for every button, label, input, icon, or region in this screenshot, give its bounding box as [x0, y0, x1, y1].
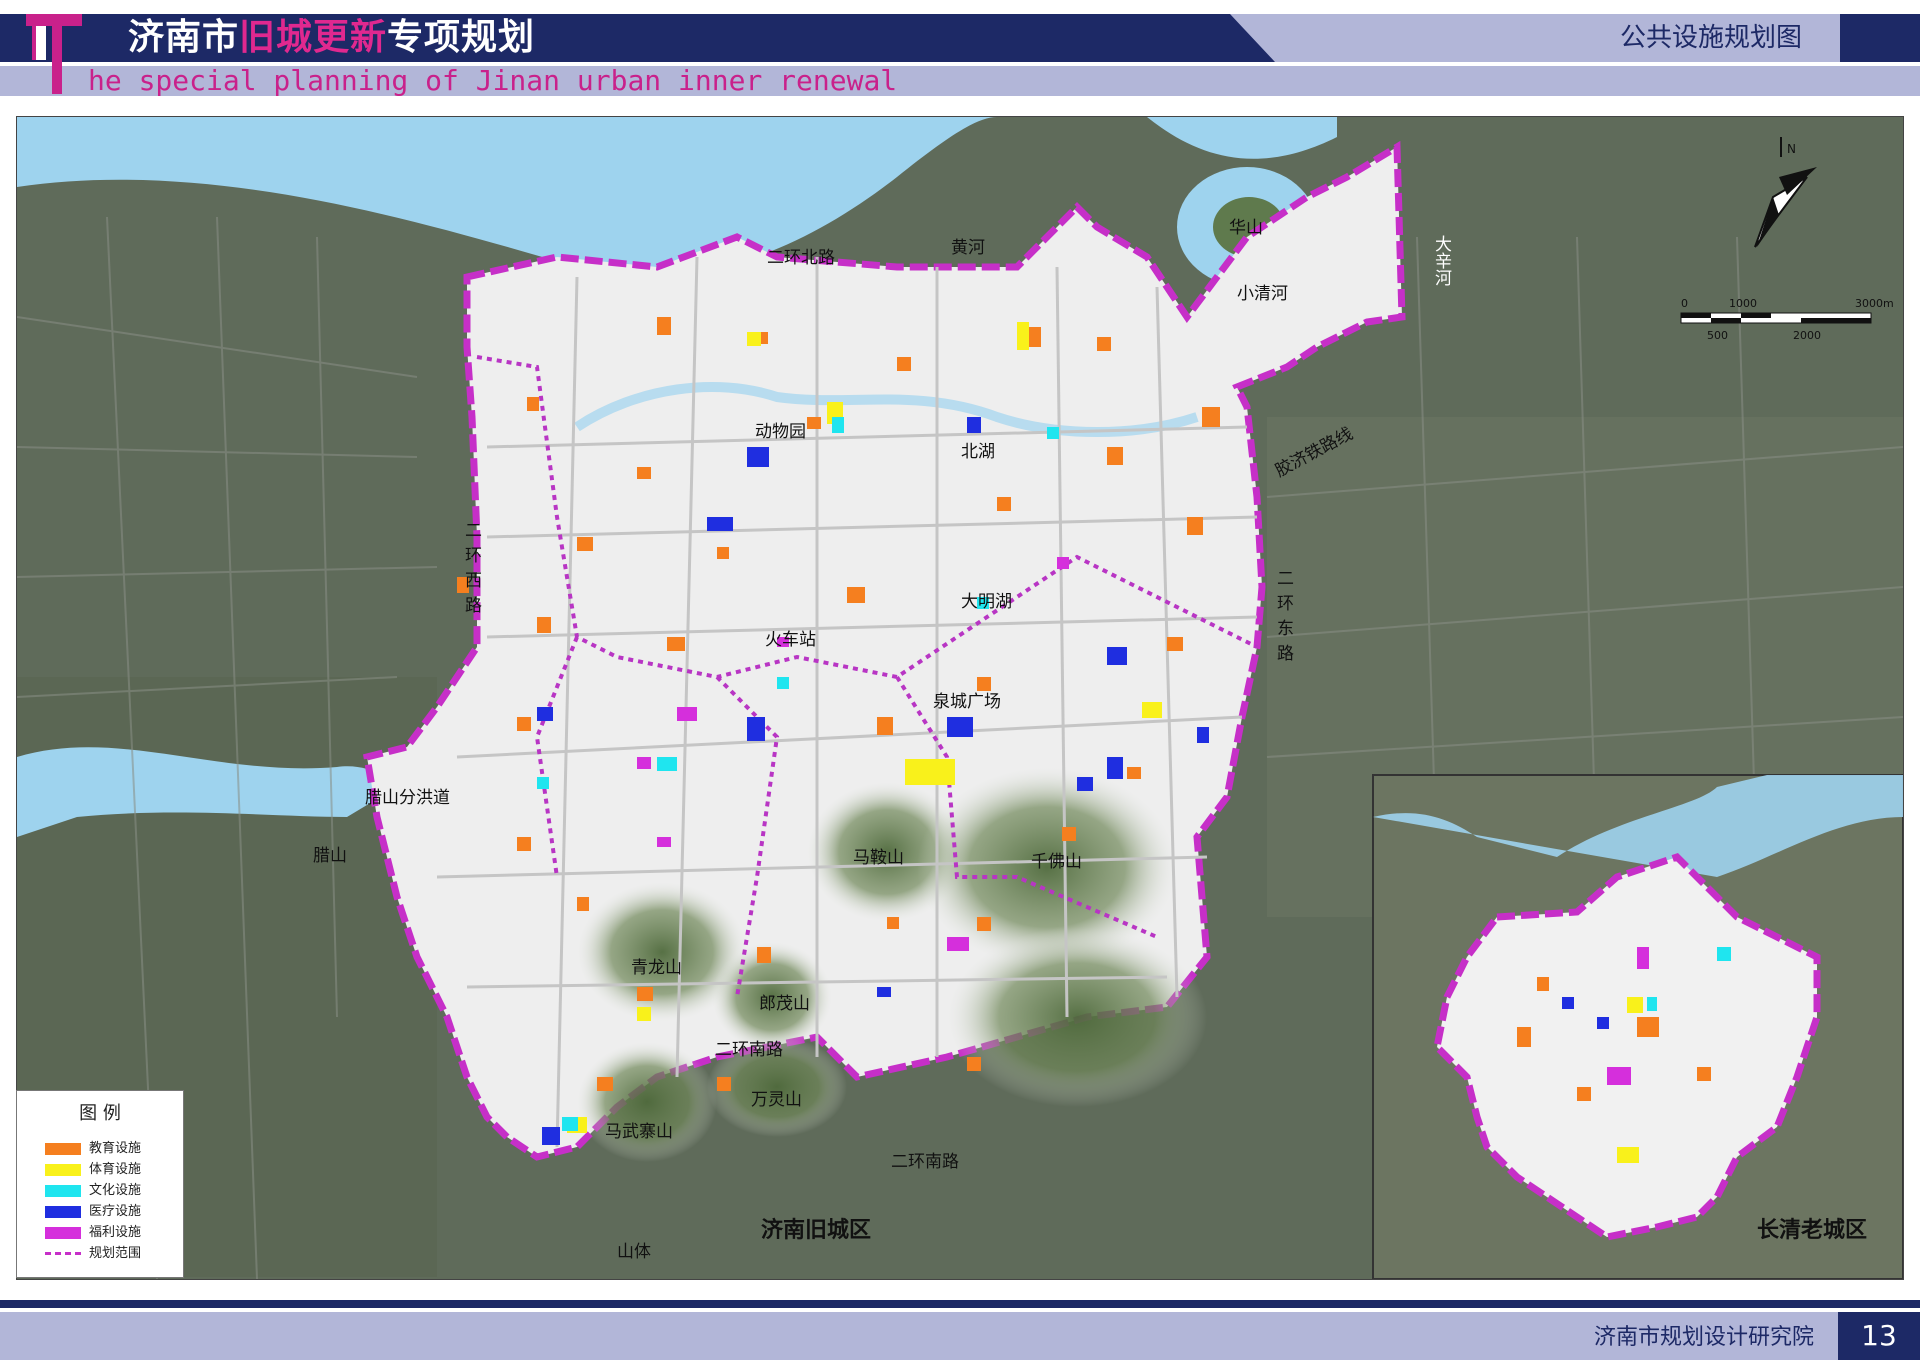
label-lashan: 腊山 — [313, 846, 347, 866]
label-qinglongshan: 青龙山 — [631, 958, 682, 978]
label-daxinhe: 大辛河 — [1431, 235, 1451, 286]
legend-item-medical: 医疗设施 — [45, 1204, 141, 1220]
legend-item-culture: 文化设施 — [45, 1183, 141, 1199]
label-maanshan: 马鞍山 — [853, 848, 904, 868]
label-old-city: 济南旧城区 — [761, 1217, 871, 1243]
label-huanghe: 黄河 — [951, 238, 985, 258]
scale-label-500: 500 — [1707, 329, 1728, 342]
map-type-label: 公共设施规划图 — [1620, 23, 1803, 53]
label-beihu: 北湖 — [961, 442, 995, 462]
logo-icon — [26, 14, 82, 26]
label-daminghu: 大明湖 — [961, 592, 1012, 612]
legend-swatch-sports — [45, 1163, 81, 1176]
scale-label-0: 0 — [1681, 297, 1688, 310]
southeast-hills — [947, 927, 1207, 1107]
label-shanti: 山体 — [617, 1242, 651, 1262]
label-qianfoshan: 千佛山 — [1031, 852, 1082, 872]
scale-label-1000: 1000 — [1729, 297, 1757, 310]
label-erhuan-donglu-wrap: 二环东路 — [1273, 569, 1293, 669]
scale-label-2000: 2000 — [1793, 329, 1821, 342]
label-erhuan-xilu: 二环西路 — [461, 521, 481, 621]
legend-swatch-education — [45, 1142, 81, 1155]
legend-item-planning-boundary: 规划范围 — [45, 1246, 141, 1262]
mawuzhaishan-hill — [577, 1042, 717, 1162]
label-changqing: 长清老城区 — [1757, 1217, 1867, 1243]
label-huochezhan: 火车站 — [765, 630, 816, 650]
label-dongwuyuan: 动物园 — [755, 422, 806, 442]
label-quancheng: 泉城广场 — [933, 692, 1001, 712]
scale-bar — [1680, 312, 1872, 324]
map-legend: 图 例 教育设施 体育设施 文化设施 医疗设施 福利设施 规划范围 — [16, 1090, 184, 1278]
label-huashan: 华山 — [1229, 218, 1263, 238]
label-xiaoqinghe: 小清河 — [1237, 284, 1288, 304]
label-erhuan-beilu: 二环北路 — [767, 248, 835, 268]
inset-map — [1372, 774, 1903, 1279]
page-subtitle: he special planning of Jinan urban inner… — [88, 64, 898, 97]
legend-swatch-welfare — [45, 1226, 81, 1239]
label-lashan-fenhong: 腊山分洪道 — [365, 788, 450, 808]
logo-inner — [36, 26, 46, 60]
compass-north-label: N — [1787, 142, 1796, 156]
footer-institute: 济南市规划设计研究院 — [1594, 1325, 1815, 1350]
legend-swatch-medical — [45, 1205, 81, 1218]
legend-item-education: 教育设施 — [45, 1141, 141, 1157]
legend-title: 图 例 — [79, 1103, 121, 1124]
label-erhuan-xilu-wrap: 二环西路 — [461, 521, 481, 621]
page-number: 13 — [1838, 1312, 1920, 1360]
map-canvas: N 0 1000 3000m 500 2000 二环北路 黄河 华山 小清河 动… — [17, 117, 1903, 1279]
legend-swatch-boundary — [45, 1252, 81, 1255]
scale-label-3000: 3000m — [1855, 297, 1894, 310]
footer-line — [0, 1300, 1920, 1308]
logo-stem-right — [52, 26, 62, 94]
label-langmaoshan: 郎茂山 — [759, 994, 810, 1014]
label-erhuan-nanlu: 二环南路 — [891, 1152, 959, 1172]
legend-item-welfare: 福利设施 — [45, 1225, 141, 1241]
label-daxinhe-wrap: 大辛河 — [1431, 235, 1451, 286]
page-title: 济南市旧城更新专项规划 — [128, 17, 536, 58]
legend-item-sports: 体育设施 — [45, 1162, 141, 1178]
legend-swatch-culture — [45, 1184, 81, 1197]
header: 济南市旧城更新专项规划 he special planning of Jinan… — [0, 0, 1920, 98]
map-frame: N 0 1000 3000m 500 2000 二环北路 黄河 华山 小清河 动… — [16, 116, 1904, 1280]
label-mawuzhaishan: 马武寨山 — [605, 1122, 673, 1142]
label-erhuan-nanlu-mid: 二环南路 — [715, 1040, 783, 1060]
label-erhuan-donglu: 二环东路 — [1273, 569, 1293, 669]
label-wanlingshan: 万灵山 — [751, 1090, 802, 1110]
header-right-block — [1840, 14, 1920, 62]
